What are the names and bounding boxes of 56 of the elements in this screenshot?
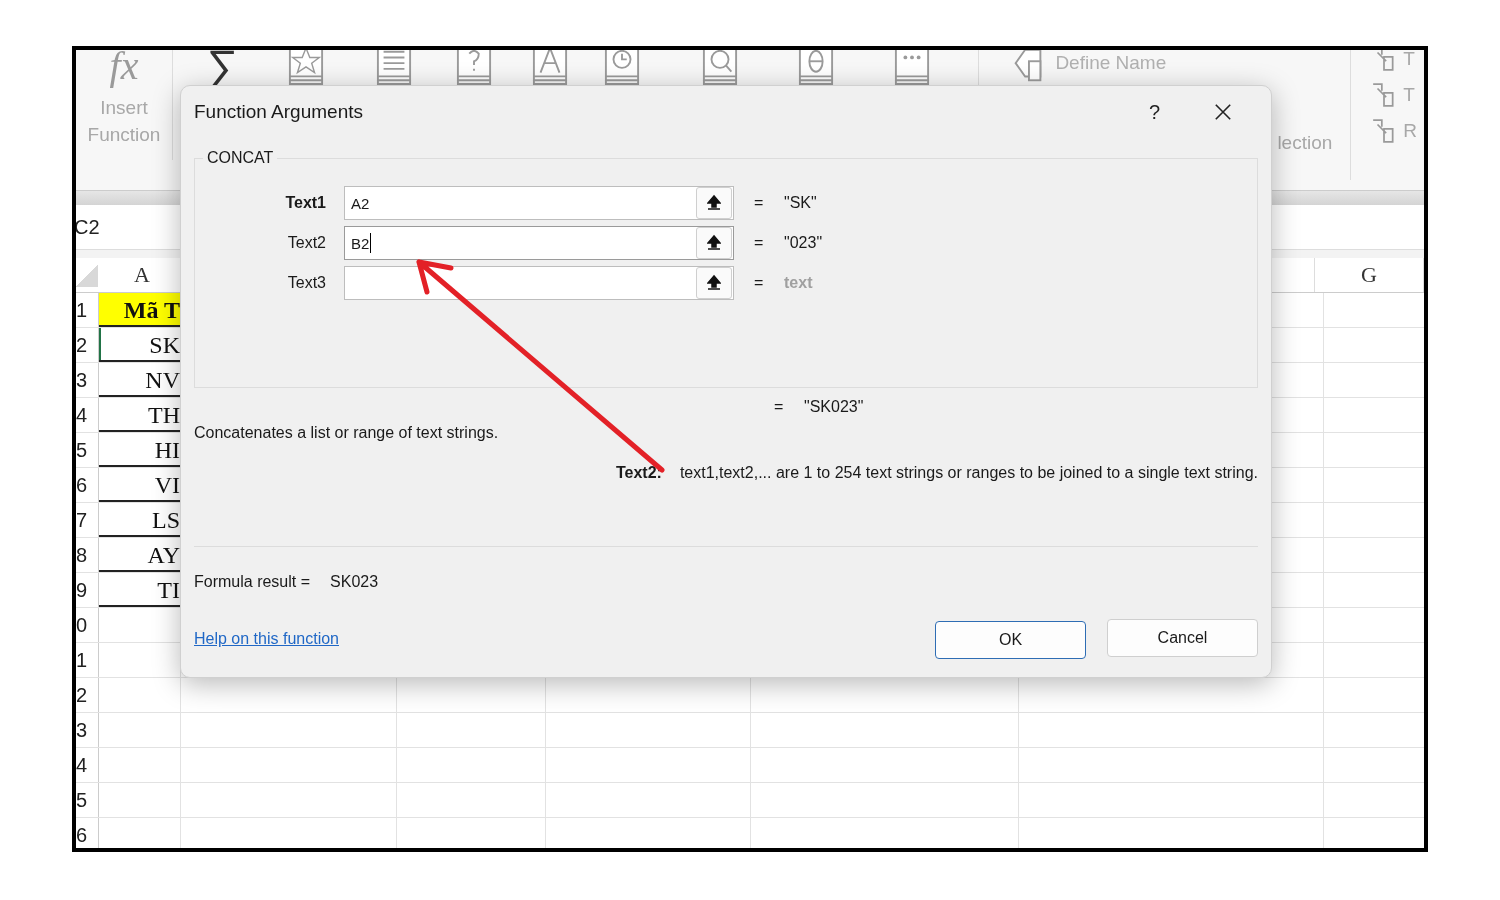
function-library-icon[interactable] bbox=[288, 50, 325, 86]
row-header[interactable]: 2 bbox=[76, 328, 99, 362]
function-library-icon[interactable] bbox=[376, 50, 413, 86]
collapse-dialog-button[interactable] bbox=[696, 267, 732, 299]
collapse-dialog-button[interactable] bbox=[696, 227, 732, 259]
row-header[interactable]: 0 bbox=[76, 608, 99, 642]
row-header[interactable]: 6 bbox=[76, 818, 99, 848]
cancel-button[interactable]: Cancel bbox=[1107, 619, 1258, 657]
function-result: "SK023" bbox=[804, 398, 864, 416]
formula-result-value: SK023 bbox=[330, 573, 379, 591]
argument-result: "023" bbox=[784, 234, 823, 252]
row-header[interactable]: 3 bbox=[76, 713, 99, 747]
equals-sign: = bbox=[754, 194, 765, 212]
function-library-icon[interactable] bbox=[532, 50, 569, 86]
argument-help-label: Text2: bbox=[615, 464, 662, 482]
help-button[interactable]: ? bbox=[1144, 100, 1164, 124]
argument-help-text: text1,text2,... are 1 to 254 text strings or ranges to be joined to a single text string. bbox=[679, 464, 1258, 482]
row-header[interactable]: 2 bbox=[76, 678, 99, 712]
argument-label: Text1 bbox=[284, 194, 326, 212]
upload-arrow-icon bbox=[707, 274, 721, 292]
collapse-dialog-button[interactable] bbox=[696, 187, 732, 219]
ok-button[interactable]: OK bbox=[935, 621, 1086, 659]
row-header[interactable]: 1 bbox=[76, 643, 99, 677]
close-icon[interactable] bbox=[1214, 103, 1232, 121]
function-library-icon[interactable] bbox=[894, 50, 931, 86]
help-link[interactable]: Help on this function bbox=[194, 630, 339, 648]
row-header[interactable]: 5 bbox=[76, 783, 99, 817]
upload-arrow-icon bbox=[707, 234, 721, 252]
row-header[interactable]: 3 bbox=[76, 363, 99, 397]
row-header[interactable]: 8 bbox=[76, 538, 99, 572]
upload-arrow-icon bbox=[707, 194, 721, 212]
row-header[interactable]: 5 bbox=[76, 433, 99, 467]
argument-field[interactable] bbox=[344, 266, 734, 300]
argument-label: Text2 bbox=[286, 234, 326, 252]
row-header[interactable]: 4 bbox=[76, 398, 99, 432]
equals-sign: = bbox=[754, 274, 765, 292]
argument-field[interactable]: A2 bbox=[344, 186, 734, 220]
argument-result: "SK" bbox=[784, 194, 817, 212]
argument-result: text bbox=[784, 274, 813, 292]
function-library-icon[interactable] bbox=[702, 50, 739, 86]
function-library-icon[interactable] bbox=[798, 50, 835, 86]
row-header[interactable]: 7 bbox=[76, 503, 99, 537]
row-header[interactable]: 4 bbox=[76, 748, 99, 782]
header-cell: Mã T bbox=[99, 293, 181, 327]
argument-field[interactable]: B2 bbox=[344, 226, 734, 260]
formula-result-label: Formula result = bbox=[194, 573, 311, 591]
row-header[interactable]: 6 bbox=[76, 468, 99, 502]
argument-label: Text3 bbox=[286, 274, 326, 292]
function-library-icon[interactable] bbox=[456, 50, 493, 86]
dialog-title: Function Arguments bbox=[194, 101, 364, 123]
row-header[interactable]: 9 bbox=[76, 573, 99, 607]
function-description: Concatenates a list or range of text strings. bbox=[194, 424, 500, 442]
function-library-icon[interactable] bbox=[604, 50, 641, 86]
equals-sign: = bbox=[754, 234, 765, 252]
equals-sign: = bbox=[774, 398, 785, 416]
column-header[interactable]: G bbox=[1315, 258, 1424, 292]
